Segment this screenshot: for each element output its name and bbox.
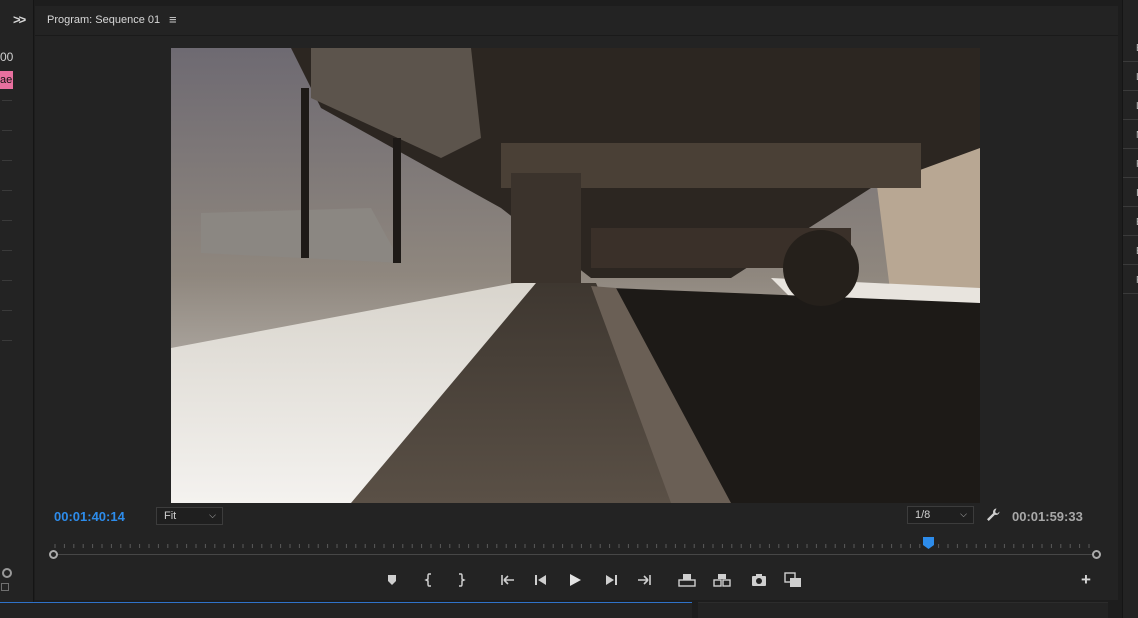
step-back-icon [535,575,546,585]
step-forward-icon [606,575,617,585]
playback-resolution-value: 1/8 [915,509,931,521]
work-area-start-handle[interactable] [49,550,58,559]
right-panel-tab[interactable]: I [1123,181,1138,207]
ruler-track [53,554,1097,555]
button-editor-add-button[interactable]: + [1075,570,1097,590]
go-to-out-button[interactable] [634,570,656,590]
zoom-level-value: Fit [164,510,177,522]
playhead[interactable] [922,536,934,549]
zoom-level-select[interactable]: Fit ⌵ [156,507,223,525]
ruler-ticks [54,544,1090,548]
timecode-fragment: 00 [0,50,14,64]
work-area-end-handle[interactable] [1092,550,1101,559]
plus-icon: + [1081,570,1091,589]
wrench-icon[interactable] [985,507,1001,523]
hamburger-menu-icon[interactable]: ≡ [169,12,177,27]
divider [2,160,12,161]
add-marker-button[interactable] [381,570,403,590]
transport-controls: + [35,568,1118,594]
comparison-view-button[interactable] [782,570,804,590]
time-ruler[interactable] [49,536,1101,562]
marker-icon [388,575,396,585]
mark-in-button[interactable] [418,570,440,590]
right-panel-tab[interactable]: L [1123,65,1138,91]
go-to-out-icon [638,575,651,585]
program-monitor-panel: Program: Sequence 01 ≡ 00:01:40:14 Fit ⌵… [35,6,1118,600]
lift-button[interactable] [676,570,698,590]
timeline-panel-edge[interactable] [0,602,692,618]
sequence-duration-display: 00:01:59:33 [1012,509,1083,524]
right-panel-tab[interactable]: L [1123,94,1138,120]
play-button[interactable] [564,570,586,590]
divider [2,340,12,341]
right-panel-tab[interactable]: M [1123,123,1138,149]
double-chevron-right-icon[interactable]: >> [13,12,26,27]
right-panel-tab[interactable]: E [1123,239,1138,265]
camera-icon [752,574,766,586]
divider [2,130,12,131]
current-time-display[interactable]: 00:01:40:14 [54,509,125,524]
step-forward-button[interactable] [600,570,622,590]
chevron-down-icon: ⌵ [209,510,216,520]
lock-icon[interactable] [1,583,9,591]
right-panel-tab[interactable]: F [1123,152,1138,178]
project-panel-edge: >> 00 ae [0,0,34,618]
secondary-panel-edge[interactable] [698,602,1108,618]
export-frame-button[interactable] [748,570,770,590]
mark-out-icon [459,573,466,587]
step-back-button[interactable] [530,570,552,590]
divider [2,250,12,251]
divider [2,190,12,191]
comparison-view-icon [784,572,801,587]
divider [2,310,12,311]
right-panel-tab[interactable]: E [1123,36,1138,62]
mark-in-icon [424,573,431,587]
clip-label-chip[interactable]: ae [0,71,13,89]
panel-header: Program: Sequence 01 ≡ [35,6,1118,36]
divider [2,220,12,221]
right-panel-tab[interactable]: E [1123,210,1138,236]
program-video-frame[interactable] [171,48,980,503]
extract-icon [713,574,731,587]
mark-out-button[interactable] [450,570,472,590]
divider [2,100,12,101]
play-icon [570,574,581,586]
divider [2,280,12,281]
playback-resolution-select[interactable]: 1/8 ⌵ [907,506,974,524]
extract-button[interactable] [711,570,733,590]
go-to-in-button[interactable] [496,570,518,590]
lift-icon [678,574,696,587]
right-panel-edge: ELLMFIEEF [1122,0,1138,618]
go-to-in-icon [501,575,514,585]
panel-title[interactable]: Program: Sequence 01 [47,14,160,26]
chevron-down-icon: ⌵ [960,509,967,519]
zoom-handle-icon[interactable] [2,568,12,578]
right-panel-tab[interactable]: F [1123,268,1138,294]
video-still-image [171,48,980,503]
premiere-workspace: >> 00 ae Program: Sequence 01 ≡ 00:01:40… [0,0,1138,618]
